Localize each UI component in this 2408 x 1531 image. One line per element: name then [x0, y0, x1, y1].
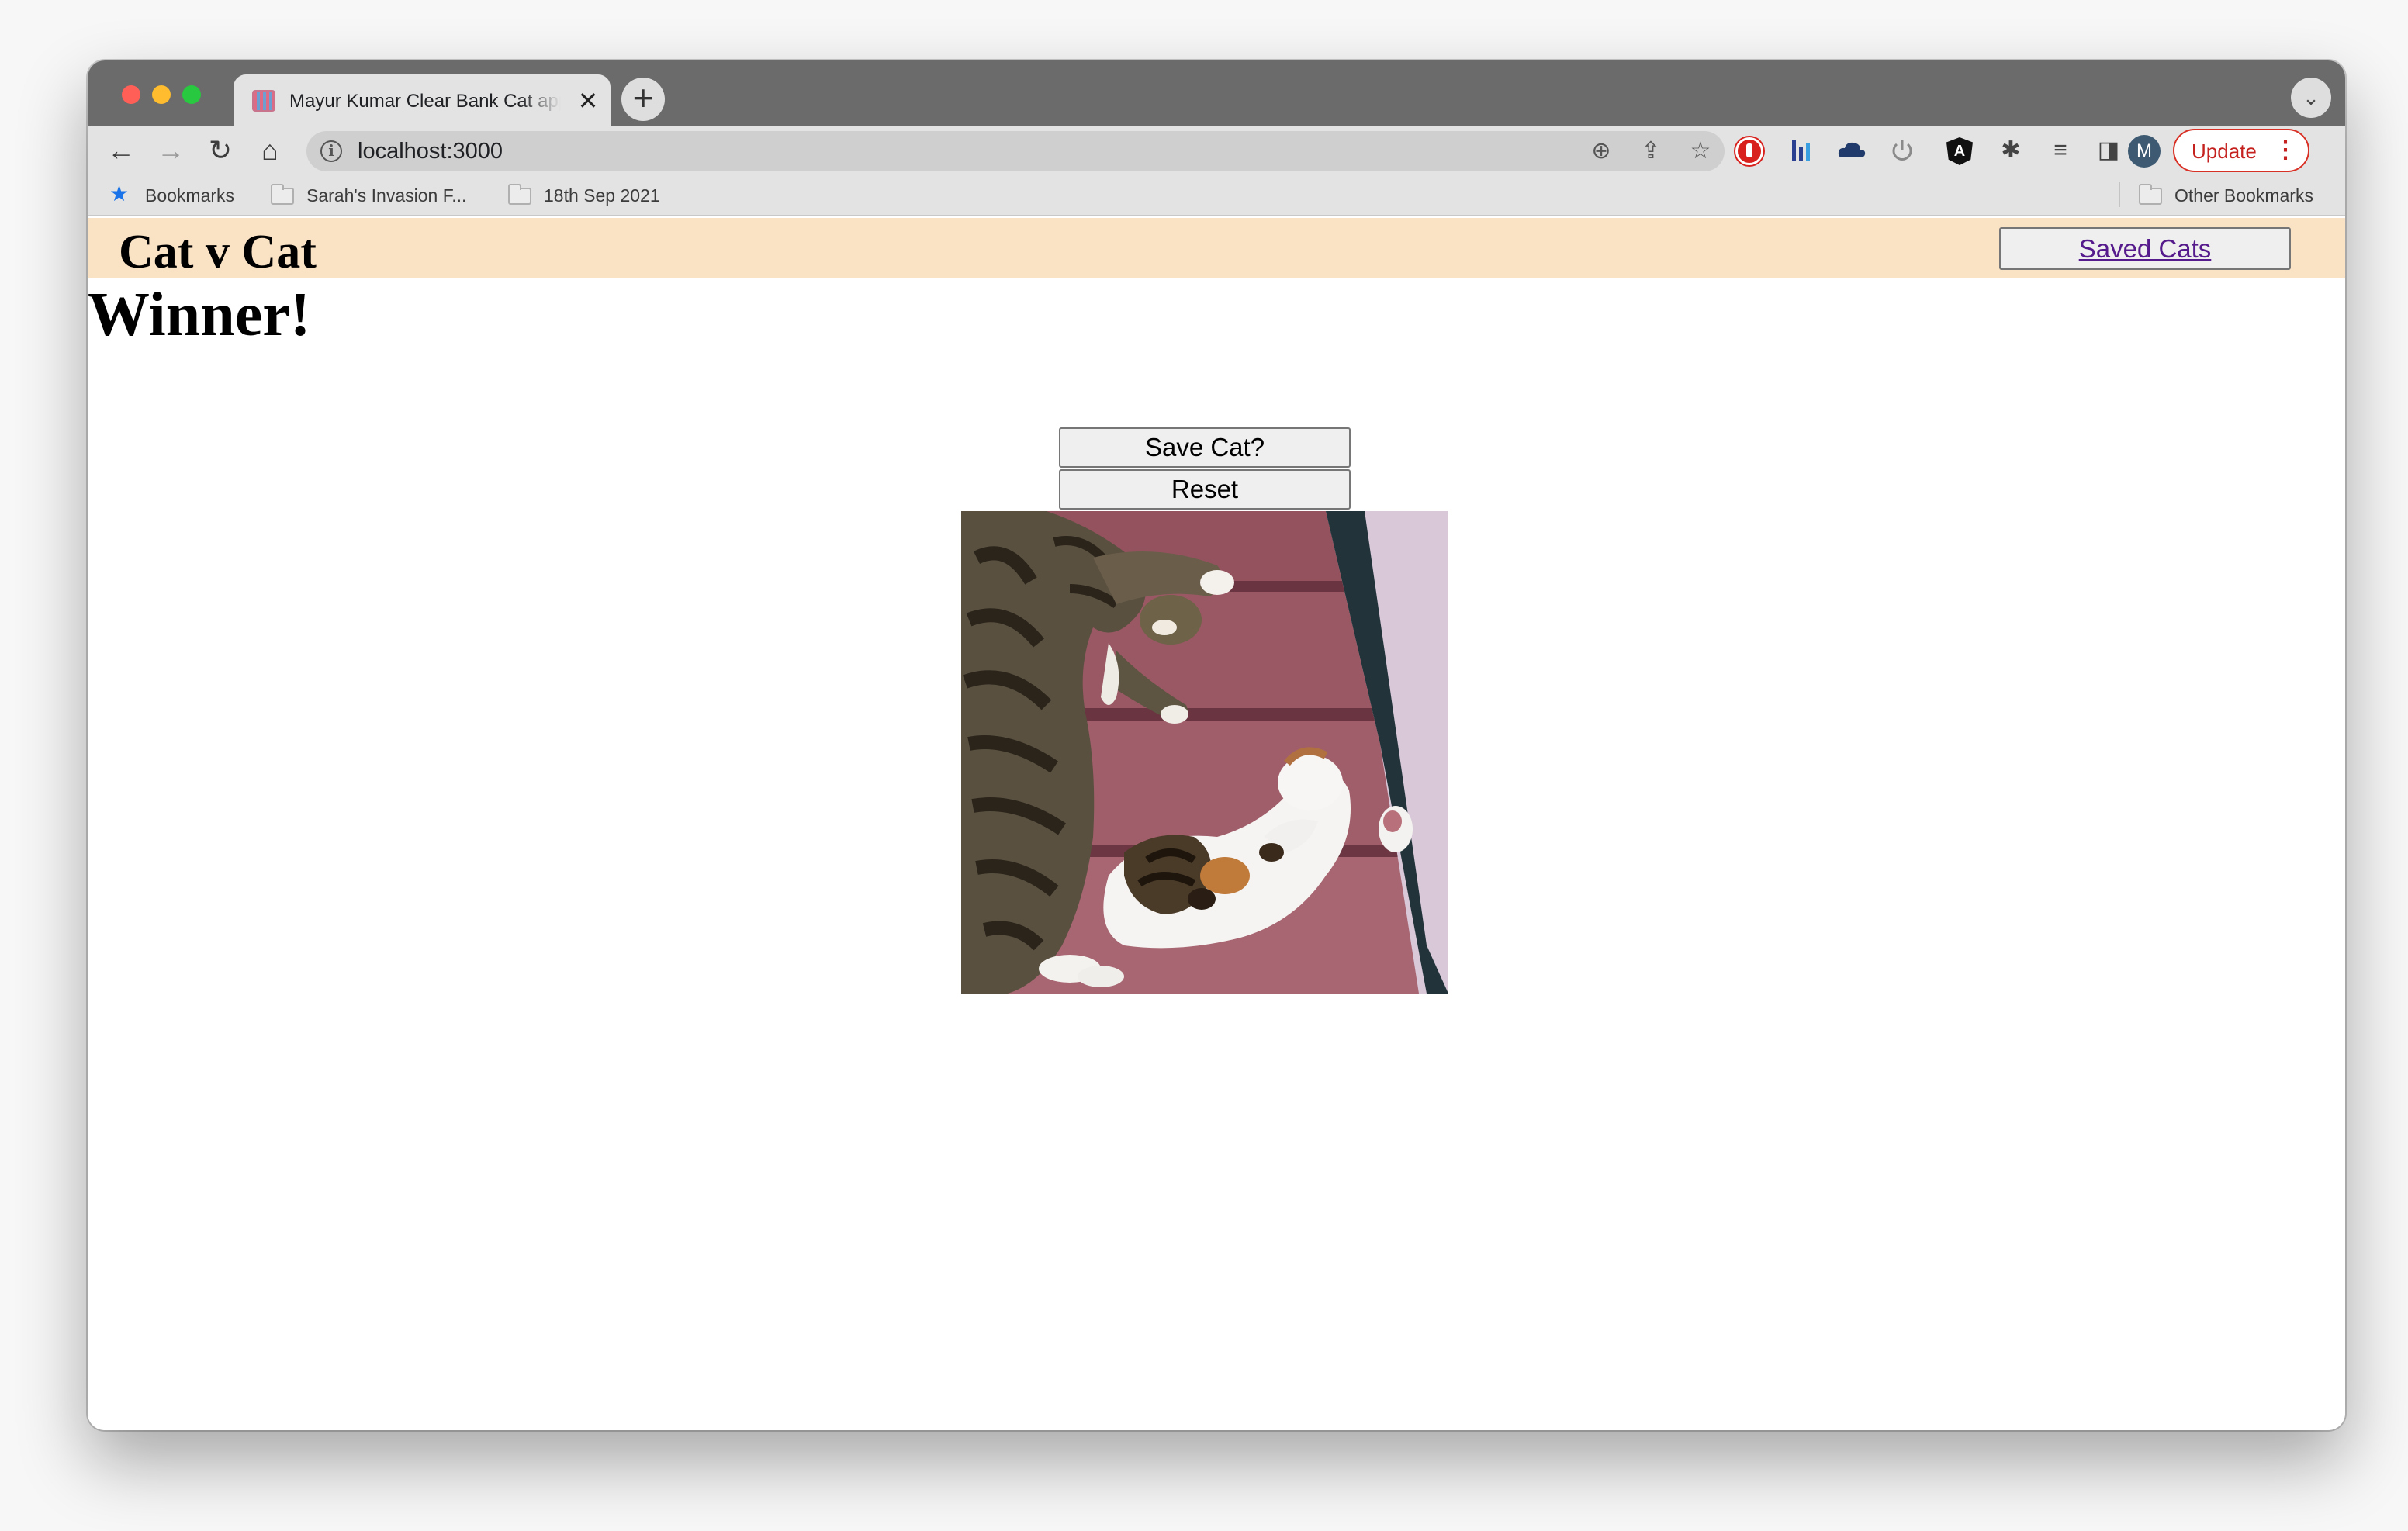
winner-heading: Winner!: [88, 281, 311, 349]
update-label: Update: [2192, 140, 2257, 163]
url-text[interactable]: localhost:3000: [358, 138, 503, 164]
close-window-button[interactable]: [122, 85, 140, 104]
bookmark-item-bookmarks[interactable]: Bookmarks: [145, 184, 234, 207]
forward-icon[interactable]: →: [153, 133, 189, 168]
folder-icon: [2139, 184, 2162, 205]
cloud-extension-icon[interactable]: [1836, 137, 1867, 164]
close-tab-icon[interactable]: ✕: [575, 88, 601, 114]
site-info-icon[interactable]: i: [320, 140, 342, 162]
kebab-menu-icon[interactable]: ⋮: [2274, 137, 2297, 164]
side-panel-icon[interactable]: ◨: [2092, 134, 2125, 167]
minimize-window-button[interactable]: [152, 85, 171, 104]
profile-avatar[interactable]: M: [2128, 135, 2161, 168]
bookmark-item-18th-sep-2021[interactable]: 18th Sep 2021: [544, 184, 660, 207]
zoom-icon[interactable]: ⊕: [1586, 137, 1616, 166]
site-header: Cat v Cat Saved Cats: [88, 218, 2345, 278]
back-icon[interactable]: ←: [103, 133, 139, 168]
page-content: Cat v Cat Saved Cats Winner! Save Cat? R…: [88, 218, 2345, 1430]
winning-cat-image: [961, 511, 1448, 994]
power-extension-icon[interactable]: [1889, 137, 1915, 164]
reset-button[interactable]: Reset: [1059, 469, 1351, 510]
browser-window: Mayur Kumar Clear Bank Cat app ✕ + ⌄ ← →…: [88, 60, 2345, 1430]
folder-icon: [271, 184, 294, 205]
angular-devtools-icon[interactable]: A: [1946, 137, 1973, 165]
maximize-window-button[interactable]: [182, 85, 201, 104]
bookmark-item-other-bookmarks[interactable]: Other Bookmarks: [2174, 184, 2313, 207]
bookmarks-divider: [2119, 182, 2120, 207]
address-bar[interactable]: i localhost:3000 ⊕ ⇪ ☆: [306, 131, 1725, 171]
tab-strip: Mayur Kumar Clear Bank Cat app ✕ + ⌄: [88, 60, 2345, 126]
browser-toolbar: ← → ↻ ⌂ i localhost:3000 ⊕ ⇪ ☆ A ✱ ≡ ◨ M: [88, 126, 2345, 175]
extensions-puzzle-icon[interactable]: ✱: [1995, 134, 2027, 167]
tab-active[interactable]: Mayur Kumar Clear Bank Cat app ✕: [234, 74, 611, 126]
bookmarks-star-icon: ★: [109, 181, 130, 206]
media-control-icon[interactable]: ≡: [2044, 134, 2077, 167]
reload-icon[interactable]: ↻: [202, 133, 238, 168]
bookmark-star-icon[interactable]: ☆: [1686, 137, 1715, 166]
analytics-extension-icon[interactable]: [1788, 137, 1815, 164]
share-icon[interactable]: ⇪: [1636, 137, 1666, 166]
update-button[interactable]: Update ⋮: [2173, 129, 2309, 172]
cat-photo-icon: [961, 511, 1448, 994]
new-tab-button[interactable]: +: [621, 78, 665, 121]
tab-title: Mayur Kumar Clear Bank Cat app: [289, 91, 561, 112]
tab-search-chevron-icon[interactable]: ⌄: [2291, 78, 2331, 118]
page-title: Cat v Cat: [119, 226, 317, 278]
bookmark-item-sarahs-invasion[interactable]: Sarah's Invasion F...: [306, 184, 466, 207]
bookmarks-bar: ★ Bookmarks Sarah's Invasion F... 18th S…: [88, 175, 2345, 216]
save-cat-button[interactable]: Save Cat?: [1059, 427, 1351, 468]
adblock-extension-icon[interactable]: [1735, 137, 1763, 165]
favicon-icon: [252, 90, 275, 112]
saved-cats-button[interactable]: Saved Cats: [1999, 227, 2291, 270]
home-icon[interactable]: ⌂: [252, 133, 288, 168]
folder-icon: [508, 184, 531, 205]
